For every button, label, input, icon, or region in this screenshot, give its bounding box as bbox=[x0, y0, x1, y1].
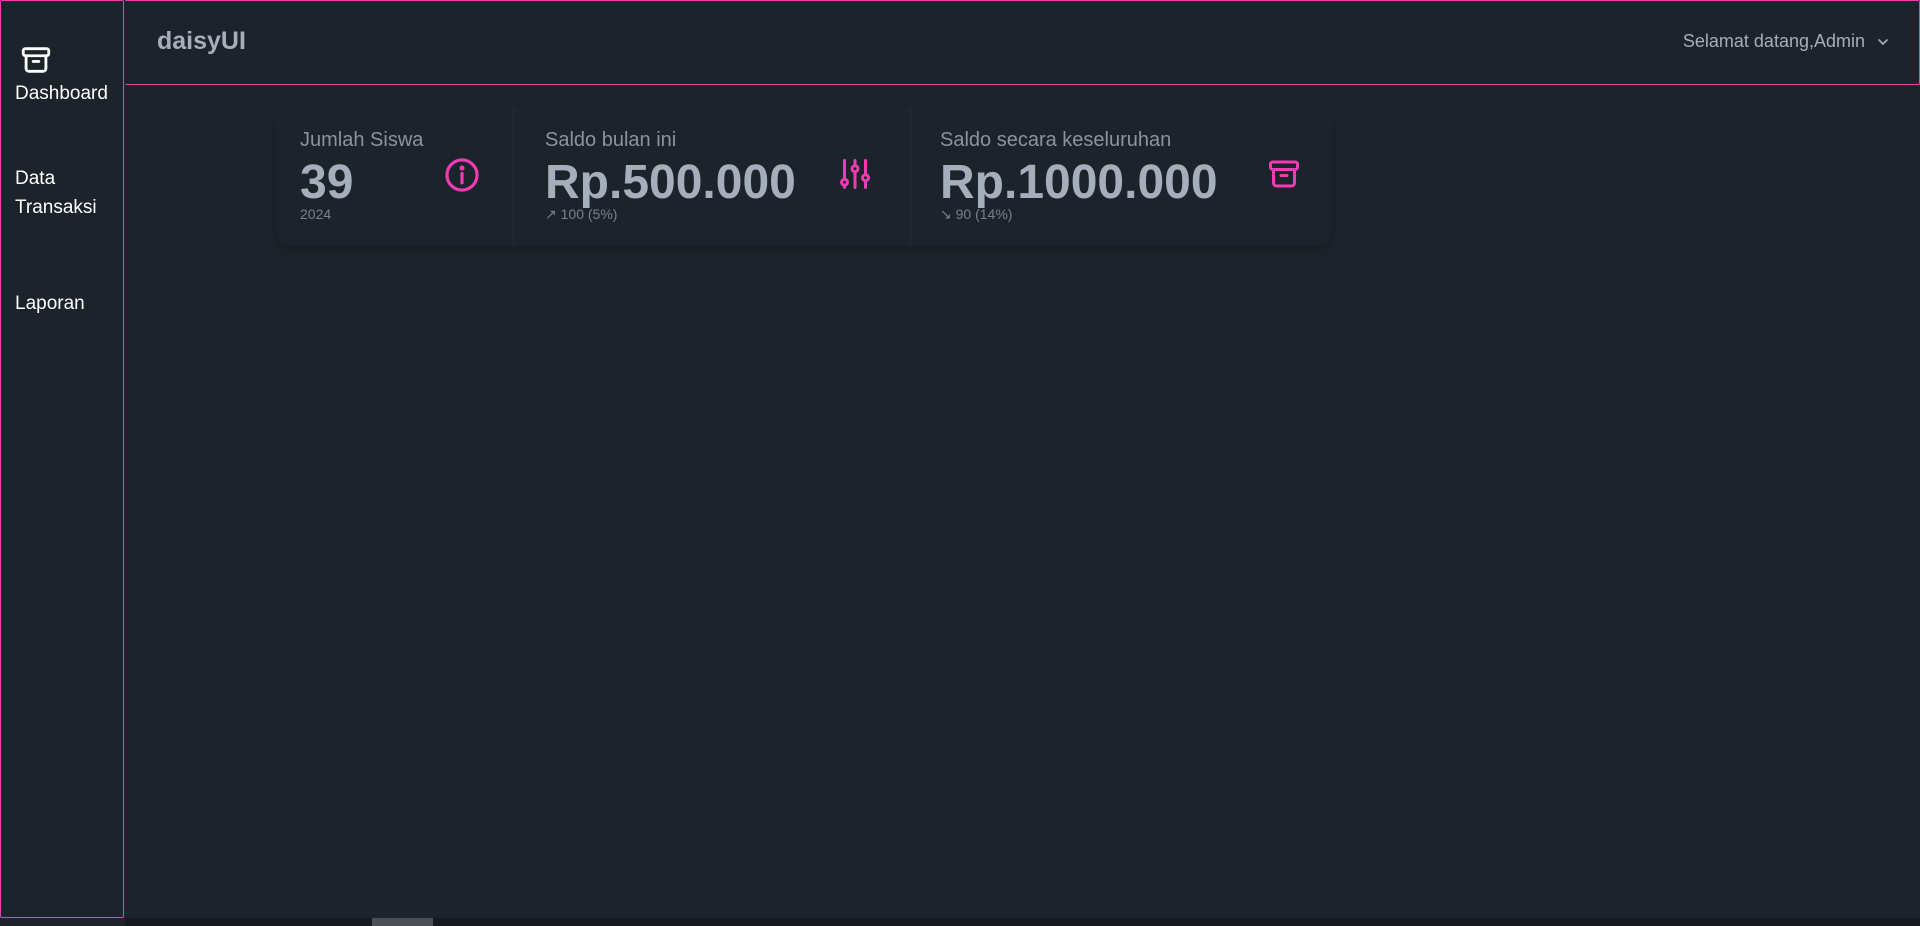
stat-title: Saldo bulan ini bbox=[545, 129, 677, 151]
stats-panel: Jumlah Siswa 39 2024 Saldo bulan ini Rp.… bbox=[276, 106, 1332, 246]
horizontal-scrollbar-thumb[interactable] bbox=[372, 918, 433, 926]
user-menu-dropdown[interactable]: Selamat datang,Admin bbox=[1683, 31, 1891, 52]
stat-desc: ↘︎ 90 (14%) bbox=[940, 206, 1013, 222]
brand-logo[interactable]: daisyUI bbox=[157, 27, 246, 56]
user-greeting: Selamat datang,Admin bbox=[1682, 31, 1865, 51]
stat-saldo-keseluruhan: Saldo secara keseluruhan Rp.1000.000 ↘︎ … bbox=[911, 106, 1332, 246]
navbar: daisyUI Selamat datang,Admin bbox=[125, 0, 1920, 85]
stat-value: 39 bbox=[300, 156, 354, 209]
stat-title: Jumlah Siswa bbox=[300, 129, 424, 151]
stat-saldo-bulan-ini: Saldo bulan ini Rp.500.000 ↗︎ 100 (5%) bbox=[514, 106, 910, 246]
stat-desc: ↗︎ 100 (5%) bbox=[545, 206, 618, 222]
sidebar-item-dashboard[interactable]: Dashboard bbox=[15, 79, 108, 108]
stat-title: Saldo secara keseluruhan bbox=[940, 129, 1172, 151]
archive-box-icon bbox=[21, 47, 51, 73]
archive-box-icon bbox=[1269, 160, 1299, 188]
stat-desc: 2024 bbox=[300, 206, 332, 222]
stat-value: Rp.1000.000 bbox=[940, 156, 1218, 209]
stat-jumlah-siswa: Jumlah Siswa 39 2024 bbox=[276, 106, 513, 246]
stat-value: Rp.500.000 bbox=[545, 156, 796, 209]
chevron-down-icon bbox=[1878, 38, 1888, 45]
info-circle-icon bbox=[445, 158, 479, 192]
sidebar: Dashboard Data Transaksi Laporan bbox=[0, 0, 124, 918]
sidebar-item-laporan[interactable]: Laporan bbox=[15, 289, 85, 318]
sidebar-item-data-transaksi[interactable]: Data Transaksi bbox=[15, 164, 115, 222]
adjustments-sliders-icon bbox=[840, 159, 870, 189]
